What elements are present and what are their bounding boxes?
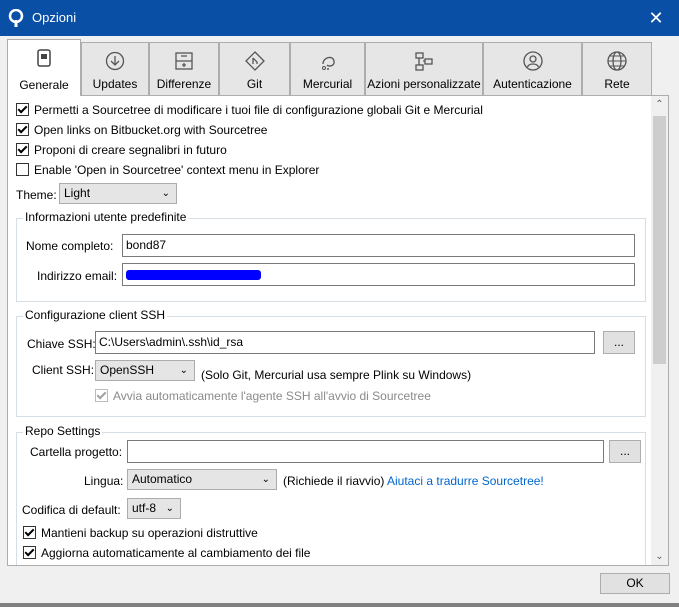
checkbox-auto-refresh[interactable] [23, 546, 36, 560]
user-info-group: Informazioni utente predefinite Nome com… [16, 210, 646, 302]
translate-link[interactable]: Aiutaci a tradurre Sourcetree! [387, 474, 544, 488]
ssh-client-group: Configurazione client SSH Chiave SSH: C:… [16, 308, 646, 417]
scrollbar-thumb[interactable] [653, 116, 666, 364]
general-icon [37, 49, 51, 67]
ssh-key-label: Chiave SSH: [27, 337, 96, 351]
general-settings-panel: Permetti a Sourcetree di modificare i tu… [7, 95, 669, 566]
option-keep-backup[interactable]: Mantieni backup su operazioni distruttiv… [23, 526, 258, 540]
encoding-select[interactable]: utf-8 ⌄ [127, 498, 181, 519]
language-select[interactable]: Automatico ⌄ [127, 469, 277, 490]
title-bar: Opzioni ✕ [0, 0, 679, 36]
chevron-down-icon: ⌄ [165, 503, 174, 514]
option-auto-ssh-agent[interactable]: Avvia automaticamente l'agente SSH all'a… [95, 389, 431, 403]
tab-differenze[interactable]: Differenze [149, 42, 219, 95]
custom-actions-icon [415, 52, 433, 71]
encoding-label: Codifica di default: [22, 503, 121, 517]
tab-generale[interactable]: Generale [7, 39, 81, 96]
email-redaction [126, 270, 261, 280]
tab-git[interactable]: Git [219, 42, 290, 95]
chevron-down-icon: ⌄ [179, 365, 188, 376]
option-explorer-context-menu[interactable]: Enable 'Open in Sourcetree' context menu… [16, 163, 319, 177]
chevron-down-icon: ⌄ [161, 188, 170, 199]
ssh-key-browse-button[interactable]: ... [603, 331, 635, 354]
checkbox-auto-ssh-agent[interactable] [95, 389, 108, 403]
vertical-scrollbar[interactable]: ⌃ ⌄ [651, 96, 668, 565]
checkbox-modify-global-config[interactable] [16, 103, 29, 117]
tab-rete[interactable]: Rete [582, 42, 652, 95]
window-title: Opzioni [32, 10, 77, 25]
close-button[interactable]: ✕ [633, 0, 679, 36]
tab-updates[interactable]: Updates [81, 42, 149, 95]
ssh-client-note: (Solo Git, Mercurial usa sempre Plink su… [201, 368, 472, 382]
ssh-client-label: Client SSH: [32, 363, 95, 377]
language-label: Lingua: [84, 474, 124, 488]
diff-icon [175, 52, 193, 70]
mercurial-icon [321, 56, 335, 70]
option-modify-global-config[interactable]: Permetti a Sourcetree di modificare i tu… [16, 103, 483, 117]
theme-select[interactable]: Light ⌄ [59, 183, 177, 204]
project-folder-field[interactable] [127, 440, 604, 463]
git-icon [244, 51, 265, 71]
scroll-up-icon[interactable]: ⌃ [651, 96, 668, 113]
email-field[interactable] [122, 263, 635, 286]
project-folder-browse-button[interactable]: ... [609, 440, 641, 463]
user-icon [522, 51, 543, 71]
full-name-field[interactable]: bond87 [122, 234, 635, 257]
theme-label: Theme: [16, 188, 57, 202]
name-label: Nome completo: [26, 239, 114, 253]
repo-legend: Repo Settings [23, 424, 103, 438]
checkbox-propose-bookmarks[interactable] [16, 143, 29, 157]
bottom-edge [0, 603, 679, 607]
project-folder-label: Cartella progetto: [30, 445, 123, 459]
ok-button[interactable]: OK [600, 573, 670, 594]
repo-settings-group: Repo Settings Cartella progetto: ... Lin… [16, 424, 646, 565]
download-icon [105, 51, 125, 71]
option-open-bitbucket-links[interactable]: Open links on Bitbucket.org with Sourcet… [16, 123, 267, 137]
email-label: Indirizzo email: [37, 269, 118, 283]
ssh-legend: Configurazione client SSH [23, 308, 168, 322]
tab-azioni-personalizzate[interactable]: Azioni personalizzate [365, 42, 483, 95]
checkbox-keep-backup[interactable] [23, 526, 36, 540]
ssh-client-select[interactable]: OpenSSH ⌄ [95, 360, 195, 381]
checkbox-open-bitbucket-links[interactable] [16, 123, 29, 137]
ssh-key-field[interactable]: C:\Users\admin\.ssh\id_rsa [95, 331, 595, 354]
user-info-legend: Informazioni utente predefinite [23, 210, 189, 224]
option-auto-refresh[interactable]: Aggiorna automaticamente al cambiamento … [23, 546, 310, 560]
sourcetree-logo-icon [8, 9, 24, 27]
tab-mercurial[interactable]: Mercurial [290, 42, 365, 95]
option-propose-bookmarks[interactable]: Proponi di creare segnalibri in futuro [16, 143, 227, 157]
chevron-down-icon: ⌄ [261, 474, 270, 485]
language-note: (Richiede il riavvio) [283, 474, 385, 488]
globe-icon [607, 51, 627, 71]
checkbox-explorer-context-menu[interactable] [16, 163, 29, 177]
tab-autenticazione[interactable]: Autenticazione [483, 42, 582, 95]
scroll-down-icon[interactable]: ⌄ [651, 548, 668, 565]
